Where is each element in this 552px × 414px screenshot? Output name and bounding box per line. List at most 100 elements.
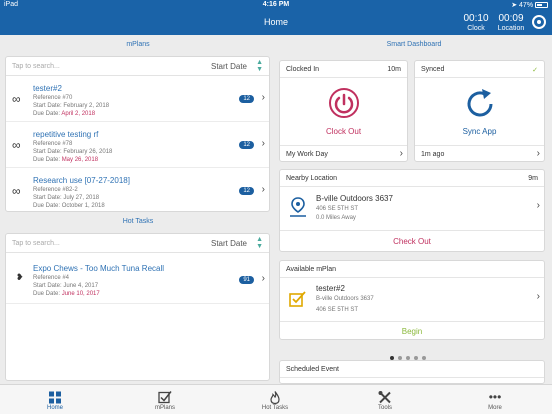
available-mplan-label: Available mPlan	[286, 266, 337, 273]
nav-bar: Home 00:10 Clock 00:09 Location	[0, 11, 552, 35]
begin-button[interactable]: Begin	[280, 321, 544, 339]
battery-percent: 47%	[519, 2, 534, 9]
hot-task-reference: Reference #4	[33, 275, 70, 281]
my-work-day-label: My Work Day	[286, 151, 328, 158]
smart-dashboard-heading: Smart Dashboard	[386, 41, 442, 48]
checkbox-icon	[158, 391, 172, 404]
tab-hot-tasks-label: Hot Tasks	[261, 405, 289, 411]
mplan-title: repetitive testing rf	[33, 130, 99, 139]
hot-task-flame-icon: ❥	[16, 272, 24, 282]
nearby-location-address: 406 SE 5TH ST	[316, 206, 359, 212]
clock-timer[interactable]: 00:10 Clock	[462, 13, 490, 33]
sync-app-button[interactable]: Sync App	[415, 79, 544, 145]
due-date-value: April 2, 2018	[61, 111, 96, 117]
sort-toggle-icon[interactable]: ▲ ▼	[256, 59, 263, 73]
mplan-title: Research use [07-27-2018]	[33, 176, 130, 185]
available-mplan-title: tester#2	[316, 284, 345, 293]
status-bar: iPad 4:16 PM ➤ 47%	[0, 0, 552, 11]
mplans-search-input[interactable]: Tap to search...	[12, 63, 60, 70]
due-date-label: Due Date:	[33, 157, 61, 163]
synced-card: Synced ✓ Sync App 1m ago ›	[414, 60, 545, 162]
sort-toggle-icon[interactable]: ▲ ▼	[256, 236, 263, 250]
mplans-search-bar[interactable]: Tap to search... Start Date ▲ ▼	[6, 57, 269, 76]
battery-status: ➤ 47%	[511, 1, 548, 9]
chevron-right-icon: ›	[261, 92, 265, 103]
sync-icon	[467, 89, 493, 117]
chevron-right-icon: ›	[536, 200, 540, 211]
mplan-row[interactable]: ∞ repetitive testing rf Reference #78 St…	[6, 123, 269, 168]
synced-check-icon: ✓	[532, 67, 538, 74]
available-mplan-row[interactable]: tester#2 B-ville Outdoors 3637 406 SE 5T…	[280, 279, 544, 319]
mplan-reference: Reference #78	[33, 141, 73, 147]
count-badge: 12	[239, 187, 254, 195]
hot-task-row[interactable]: ❥ Expo Chews - Too Much Tuna Recall Refe…	[6, 254, 269, 304]
hot-tasks-search-bar[interactable]: Tap to search... Start Date ▲ ▼	[6, 234, 269, 253]
mplan-start-date: Start Date: February 2, 2018	[33, 103, 110, 109]
due-date-value: May 26, 2018	[61, 157, 99, 163]
clocked-in-duration: 10m	[387, 66, 401, 73]
settings-icon[interactable]	[532, 15, 546, 29]
available-mplan-location: B-ville Outdoors 3637	[316, 296, 374, 302]
available-mplan-address: 406 SE 5TH ST	[316, 307, 359, 313]
mplan-reference: Reference #70	[33, 95, 73, 101]
chevron-right-icon: ›	[399, 148, 403, 159]
recurring-infinity-icon: ∞	[12, 92, 21, 106]
mplan-title: tester#2	[33, 84, 62, 93]
power-icon	[329, 88, 359, 118]
hot-tasks-sort-label[interactable]: Start Date	[211, 239, 247, 248]
mplans-sort-label[interactable]: Start Date	[211, 62, 247, 71]
due-date-value: June 10, 2017	[61, 291, 100, 297]
clocked-in-card: Clocked In 10m Clock Out My Work Day ›	[279, 60, 408, 162]
location-timer[interactable]: 00:09 Location	[496, 13, 526, 33]
tools-icon	[378, 391, 391, 404]
tab-bar: Home mPlans Hot Tasks Tools ••• More	[0, 384, 552, 414]
page-indicator[interactable]	[390, 347, 440, 360]
mplan-start-date: Start Date: July 27, 2018	[33, 195, 100, 201]
location-timer-label: Location	[497, 25, 525, 32]
clock-out-button[interactable]: Clock Out	[280, 79, 407, 145]
tab-home-label: Home	[46, 405, 63, 411]
sync-app-label: Sync App	[462, 127, 497, 136]
clocked-in-label: Clocked In	[286, 66, 320, 73]
clock-out-label: Clock Out	[325, 127, 362, 136]
mplan-start-date: Start Date: February 26, 2018	[33, 149, 113, 155]
hot-tasks-heading: Hot Tasks	[122, 218, 154, 225]
available-mplan-card: Available mPlan tester#2 B-ville Outdoor…	[279, 260, 545, 340]
count-badge: 12	[239, 95, 254, 103]
hot-task-due-date: Due Date: June 10, 2017	[33, 291, 100, 297]
location-pin-icon	[290, 197, 306, 217]
tab-mplans-label: mPlans	[154, 405, 175, 411]
mplan-due-date: Due Date: May 26, 2018	[33, 157, 98, 163]
nearby-duration: 9m	[528, 175, 538, 182]
mplan-row[interactable]: ∞ tester#2 Reference #70 Start Date: Feb…	[6, 77, 269, 122]
nearby-location-row[interactable]: B-ville Outdoors 3637 406 SE 5TH ST 0.0 …	[280, 188, 544, 226]
due-date-label: Due Date:	[33, 291, 61, 297]
tab-hot-tasks[interactable]: Hot Tasks	[220, 385, 330, 414]
mplan-due-date: Due Date: April 2, 2018	[33, 111, 95, 117]
location-arrow-icon: ➤	[511, 2, 518, 9]
count-badge: 91	[239, 276, 254, 284]
clock-timer-label: Clock	[467, 25, 485, 32]
tab-more[interactable]: ••• More	[440, 385, 550, 414]
check-out-button[interactable]: Check Out	[280, 230, 544, 251]
hot-tasks-card: Tap to search... Start Date ▲ ▼ ❥ Expo Ch…	[5, 233, 270, 381]
more-dots-icon: •••	[488, 390, 502, 404]
tab-tools[interactable]: Tools	[330, 385, 440, 414]
nearby-location-name: B-ville Outdoors 3637	[316, 194, 393, 203]
begin-label: Begin	[401, 327, 423, 336]
last-sync-row[interactable]: 1m ago ›	[415, 145, 544, 161]
chevron-right-icon: ›	[261, 273, 265, 284]
synced-label: Synced	[421, 66, 445, 73]
mplan-reference: Reference #82-2	[33, 187, 78, 193]
checkbox-icon	[289, 291, 306, 307]
tab-more-label: More	[488, 405, 502, 411]
mplan-row[interactable]: ∞ Research use [07-27-2018] Reference #8…	[6, 169, 269, 211]
hot-tasks-search-input[interactable]: Tap to search...	[12, 240, 60, 247]
clock-timer-value: 00:10	[463, 13, 489, 24]
recurring-infinity-icon: ∞	[12, 138, 21, 152]
tab-home[interactable]: Home	[0, 385, 110, 414]
tab-mplans[interactable]: mPlans	[110, 385, 220, 414]
nearby-location-card: Nearby Location 9m B-ville Outdoors 3637…	[279, 169, 545, 252]
chevron-right-icon: ›	[536, 291, 540, 302]
my-work-day-row[interactable]: My Work Day ›	[280, 145, 407, 161]
